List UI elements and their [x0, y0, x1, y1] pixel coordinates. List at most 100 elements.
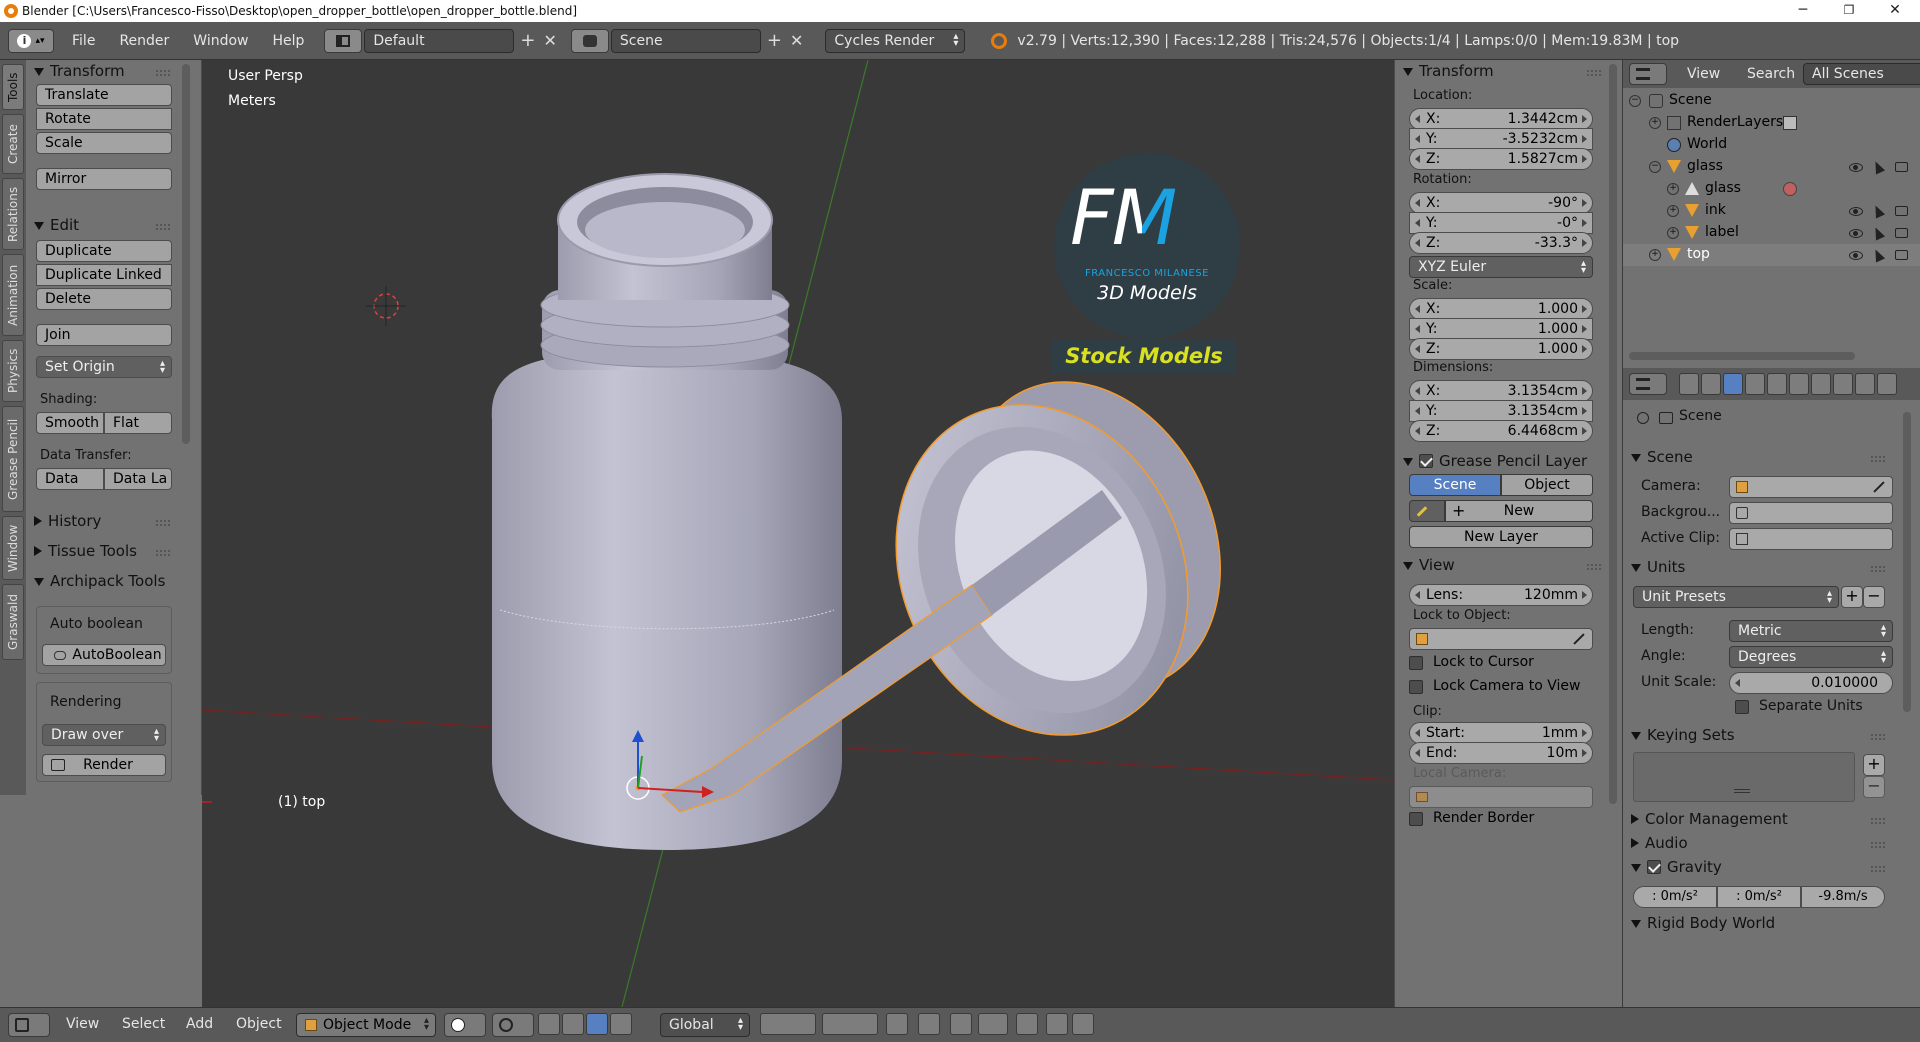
viewport-shading-button[interactable]: [444, 1013, 486, 1037]
render-layers-context-icon[interactable]: [1701, 373, 1721, 395]
arrow-right-icon[interactable]: [1582, 219, 1587, 227]
opengl-animation-icon[interactable]: [1072, 1013, 1094, 1035]
lock-layers-icon[interactable]: [886, 1013, 908, 1035]
arrow-left-icon[interactable]: [1415, 387, 1420, 395]
rotation-mode-select[interactable]: XYZ Euler ▴ ▾: [1409, 256, 1593, 278]
tab-window[interactable]: Window: [2, 516, 24, 580]
arrow-left-icon[interactable]: [1415, 305, 1420, 313]
pivot-point-button[interactable]: [492, 1013, 534, 1037]
collapse-icon[interactable]: −: [1629, 95, 1641, 107]
snap-target-icon[interactable]: [1016, 1013, 1038, 1035]
outliner-row-glass[interactable]: − glass: [1623, 156, 1920, 178]
duplicate-linked-button[interactable]: Duplicate Linked: [36, 264, 172, 286]
tab-physics[interactable]: Physics: [2, 340, 24, 402]
expand-icon[interactable]: +: [1649, 249, 1661, 261]
modifiers-context-icon[interactable]: [1811, 373, 1831, 395]
viewport-editor-type-button[interactable]: [8, 1013, 50, 1037]
outliner-menu-search[interactable]: Search: [1747, 66, 1795, 82]
npanel-grease-pencil-header[interactable]: Grease Pencil Layer: [1403, 452, 1587, 470]
scene-context-icon[interactable]: [1723, 373, 1743, 395]
panel-history-header[interactable]: History: [34, 512, 101, 530]
expand-icon[interactable]: +: [1667, 227, 1679, 239]
tab-grease-pencil[interactable]: Grease Pencil: [2, 406, 24, 512]
scale-y-field[interactable]: Y: 1.000: [1409, 318, 1593, 340]
location-y-field[interactable]: Y: -3.5232cm: [1409, 128, 1593, 150]
drag-grip-icon[interactable]: [1871, 818, 1885, 824]
autoboolean-button[interactable]: AutoBoolean: [42, 644, 166, 666]
arrow-left-icon[interactable]: [1415, 427, 1420, 435]
visibility-eye-icon[interactable]: [1849, 163, 1863, 172]
selectable-pointer-icon[interactable]: [1870, 159, 1886, 175]
close-button[interactable]: ✕: [1872, 0, 1918, 22]
remove-preset-button[interactable]: −: [1863, 586, 1885, 608]
lock-to-cursor-checkbox[interactable]: [1409, 656, 1423, 670]
editor-type-info-button[interactable]: i ▴▾: [8, 28, 54, 53]
maximize-button[interactable]: ❐: [1826, 0, 1872, 22]
outliner-row-top[interactable]: + top: [1623, 244, 1920, 266]
arrow-left-icon[interactable]: [1415, 199, 1420, 207]
camera-field[interactable]: [1729, 476, 1893, 498]
arrow-right-icon[interactable]: [1582, 749, 1587, 757]
render-border-checkbox[interactable]: [1409, 812, 1423, 826]
arrow-right-icon[interactable]: [1582, 407, 1587, 415]
properties-scrollbar[interactable]: [1903, 412, 1911, 712]
eyedropper-icon[interactable]: [1873, 481, 1885, 493]
npanel-transform-header[interactable]: Transform: [1403, 62, 1494, 80]
object-context-icon[interactable]: [1767, 373, 1787, 395]
tab-relations[interactable]: Relations: [2, 178, 24, 250]
transform-orientation-select[interactable]: Global ▴ ▾: [660, 1013, 750, 1037]
screen-layout-field[interactable]: Default: [364, 28, 515, 53]
gp-scene-toggle[interactable]: Scene: [1409, 474, 1501, 496]
outliner-row-ink[interactable]: + ink: [1623, 200, 1920, 222]
clip-end-field[interactable]: End: 10m: [1409, 742, 1593, 764]
unit-scale-field[interactable]: 0.010000: [1729, 672, 1893, 694]
lens-field[interactable]: Lens: 120mm: [1409, 584, 1593, 606]
gravity-z-field[interactable]: -9.8m/s: [1801, 886, 1885, 908]
selectable-pointer-icon[interactable]: [1870, 247, 1886, 263]
arrow-right-icon[interactable]: [1582, 199, 1587, 207]
drag-grip-icon[interactable]: [1871, 734, 1885, 740]
tab-tools[interactable]: Tools: [2, 64, 24, 110]
menu-render[interactable]: Render: [107, 33, 181, 49]
keying-sets-list[interactable]: [1633, 752, 1855, 802]
properties-editor-type-button[interactable]: [1629, 373, 1667, 395]
data-layout-button[interactable]: Data La: [104, 468, 172, 490]
selectable-pointer-icon[interactable]: [1870, 225, 1886, 241]
panel-archipack-header[interactable]: Archipack Tools: [34, 572, 194, 590]
gp-browse-button[interactable]: [1409, 500, 1445, 522]
drag-grip-icon[interactable]: [156, 520, 170, 526]
remove-scene-icon[interactable]: ✕: [790, 31, 803, 50]
scale-x-field[interactable]: X: 1.000: [1409, 298, 1593, 320]
gravity-y-field[interactable]: : 0m/s²: [1717, 886, 1801, 908]
snap-toggle-icon[interactable]: [950, 1013, 972, 1035]
scale-button[interactable]: Scale: [36, 132, 172, 154]
add-preset-button[interactable]: +: [1841, 586, 1863, 608]
outliner-display-mode-select[interactable]: All Scenes: [1803, 63, 1920, 85]
visibility-eye-icon[interactable]: [1849, 207, 1863, 216]
translate-manipulator-icon[interactable]: [562, 1013, 584, 1035]
menu-add[interactable]: Add: [186, 1016, 213, 1032]
angle-select[interactable]: Degrees ▴ ▾: [1729, 646, 1893, 668]
rotate-manipulator-icon[interactable]: [586, 1013, 608, 1035]
scene-browse-button[interactable]: [570, 28, 609, 53]
join-button[interactable]: Join: [36, 324, 172, 346]
background-field[interactable]: [1729, 502, 1893, 524]
separate-units-checkbox[interactable]: [1735, 700, 1749, 714]
arrow-left-icon[interactable]: [1415, 749, 1420, 757]
rotate-button[interactable]: Rotate: [36, 108, 172, 130]
proportional-edit-icon[interactable]: [918, 1013, 940, 1035]
remove-keying-set-button[interactable]: −: [1863, 776, 1885, 798]
dimensions-z-field[interactable]: Z: 6.4468cm: [1409, 420, 1593, 442]
lock-to-object-field[interactable]: [1409, 628, 1593, 650]
set-origin-select[interactable]: Set Origin ▴ ▾: [36, 356, 172, 378]
gp-new-layer-button[interactable]: New Layer: [1409, 526, 1593, 548]
menu-view[interactable]: View: [66, 1016, 99, 1032]
panel-tissue-tools-header[interactable]: Tissue Tools: [34, 542, 137, 560]
rotation-z-field[interactable]: Z: -33.3°: [1409, 232, 1593, 254]
arrow-right-icon[interactable]: [1582, 325, 1587, 333]
npanel-view-header[interactable]: View: [1403, 556, 1455, 574]
add-scene-icon[interactable]: +: [767, 30, 782, 51]
color-management-panel-header[interactable]: Color Management: [1631, 810, 1788, 828]
opengl-render-icon[interactable]: [1046, 1013, 1068, 1035]
smooth-button[interactable]: Smooth: [36, 412, 104, 434]
